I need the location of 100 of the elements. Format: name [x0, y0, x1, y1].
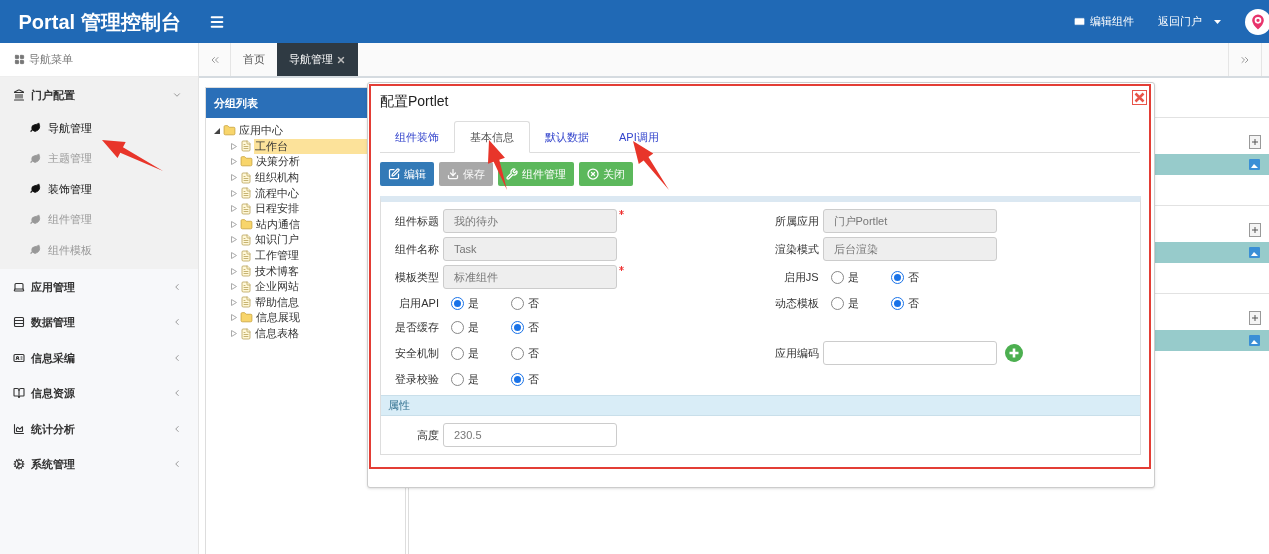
- page-tab[interactable]: 首页: [231, 43, 277, 76]
- leaf-icon: [30, 244, 41, 256]
- field-label: 渲染模式: [773, 241, 820, 257]
- radio-label: 是: [847, 295, 859, 311]
- tree-item[interactable]: 流程中心: [254, 185, 300, 201]
- dialog-tab[interactable]: 基本信息: [454, 121, 530, 153]
- tree-item[interactable]: 企业网站: [254, 279, 300, 295]
- field-label: 安全机制: [394, 345, 440, 361]
- header-link[interactable]: 返回门户: [1158, 13, 1221, 30]
- radio-label: 是: [468, 371, 479, 387]
- add-icon[interactable]: [1004, 344, 1023, 362]
- group-icon: [13, 387, 25, 400]
- image-icon: [1249, 159, 1260, 170]
- grid-icon: [14, 54, 25, 65]
- image-icon: [1249, 247, 1260, 258]
- group-icon: [13, 351, 25, 364]
- header-link[interactable]: 编辑组件: [1073, 13, 1134, 30]
- radio-label: 是: [468, 295, 479, 311]
- expanded-icon[interactable]: [214, 127, 223, 135]
- tree-item[interactable]: 信息表格: [254, 326, 300, 341]
- tree-item[interactable]: 应用中心: [238, 123, 284, 139]
- edit-icon: [388, 168, 400, 180]
- menu-group[interactable]: 信息采编: [0, 340, 198, 376]
- menu-group[interactable]: 统计分析: [0, 411, 198, 447]
- expand-icon[interactable]: [1249, 223, 1261, 237]
- close-icon[interactable]: [336, 54, 346, 65]
- menu-group[interactable]: 应用管理: [0, 269, 198, 305]
- field-label: 组件名称: [394, 241, 440, 257]
- chevron-left-icon: [172, 423, 182, 434]
- leaf-icon: [30, 213, 41, 225]
- menu-group[interactable]: 系统管理: [0, 446, 198, 482]
- leaf-icon: [30, 122, 41, 134]
- chevron-left-icon: [172, 317, 182, 328]
- close-icon[interactable]: [1132, 89, 1147, 105]
- text-field[interactable]: 后台渲染: [822, 237, 997, 261]
- leaf-icon: [30, 183, 41, 195]
- field-label: 启用API: [398, 295, 440, 311]
- group-icon: [13, 280, 25, 293]
- radio-label: 否: [907, 269, 919, 285]
- file-icon: [240, 249, 252, 262]
- folder-icon: [223, 124, 236, 138]
- field-label: 所属应用: [773, 213, 820, 229]
- file-icon: [240, 187, 252, 200]
- group-icon: [13, 458, 25, 471]
- tree-item[interactable]: 技术博客: [254, 263, 300, 279]
- menu-item[interactable]: 装饰管理: [0, 173, 198, 204]
- group-icon: [13, 88, 25, 101]
- text-field[interactable]: 230.5: [443, 423, 617, 447]
- file-icon: [240, 140, 252, 153]
- expand-icon[interactable]: [1249, 135, 1261, 149]
- file-icon: [240, 280, 252, 293]
- tree-item[interactable]: 帮助信息: [254, 294, 300, 310]
- tree-item[interactable]: 知识门户: [254, 232, 300, 248]
- brand-title: Portal 管理控制台: [18, 9, 181, 35]
- radio-label: 否: [528, 345, 539, 361]
- chevron-left-icon: [172, 281, 182, 292]
- folder-icon: [240, 311, 253, 325]
- tree-item[interactable]: 信息展现: [255, 310, 301, 326]
- edit-button[interactable]: 编辑: [380, 162, 434, 186]
- section-title: 属性: [388, 398, 410, 414]
- file-icon: [240, 327, 252, 340]
- field-label: 登录校验: [394, 371, 440, 387]
- text-field[interactable]: 标准组件: [443, 265, 617, 289]
- text-field[interactable]: 门户Portlet: [822, 209, 997, 233]
- expand-icon[interactable]: [1249, 311, 1261, 325]
- text-field[interactable]: 我的待办: [443, 209, 617, 233]
- dialog-tab[interactable]: 默认数据: [530, 121, 604, 153]
- close-icon: [587, 168, 599, 180]
- chevron-left-icon: [172, 352, 182, 363]
- avatar[interactable]: [1245, 8, 1269, 35]
- tree-item[interactable]: 决策分析: [255, 154, 301, 170]
- menu-group[interactable]: 信息资源: [0, 375, 198, 411]
- radio-label: 是: [847, 269, 859, 285]
- field-label: 是否缓存: [394, 319, 440, 335]
- file-icon: [240, 265, 252, 278]
- menu-group[interactable]: 门户配置: [0, 77, 198, 113]
- text-field[interactable]: Task: [443, 237, 617, 261]
- group-icon: [13, 316, 25, 329]
- field-label: 模板类型: [394, 269, 440, 285]
- radio-label: 否: [528, 319, 539, 335]
- menu-icon[interactable]: [209, 13, 225, 30]
- menu-group[interactable]: 数据管理: [0, 304, 198, 340]
- tree-item[interactable]: 组织机构: [254, 170, 300, 186]
- image-icon: [1249, 335, 1260, 346]
- menu-item[interactable]: 导航管理: [0, 112, 198, 143]
- dialog-tab[interactable]: API调用: [604, 121, 674, 153]
- radio-label: 是: [468, 319, 479, 335]
- tree-item[interactable]: 工作管理: [254, 248, 300, 264]
- tree-item[interactable]: 站内通信: [255, 216, 301, 232]
- page-tab[interactable]: 导航管理: [277, 43, 358, 76]
- panel-title: 分组列表: [214, 95, 258, 111]
- radio-label: 否: [528, 371, 539, 387]
- field-label: 应用编码: [773, 345, 820, 361]
- field-label: 高度: [416, 427, 440, 443]
- folder-icon: [240, 155, 253, 169]
- tree-item[interactable]: 日程安排: [254, 201, 300, 217]
- file-icon: [240, 171, 252, 184]
- radio-label: 是: [468, 345, 479, 361]
- save-icon: [447, 168, 459, 180]
- text-field[interactable]: [822, 341, 997, 365]
